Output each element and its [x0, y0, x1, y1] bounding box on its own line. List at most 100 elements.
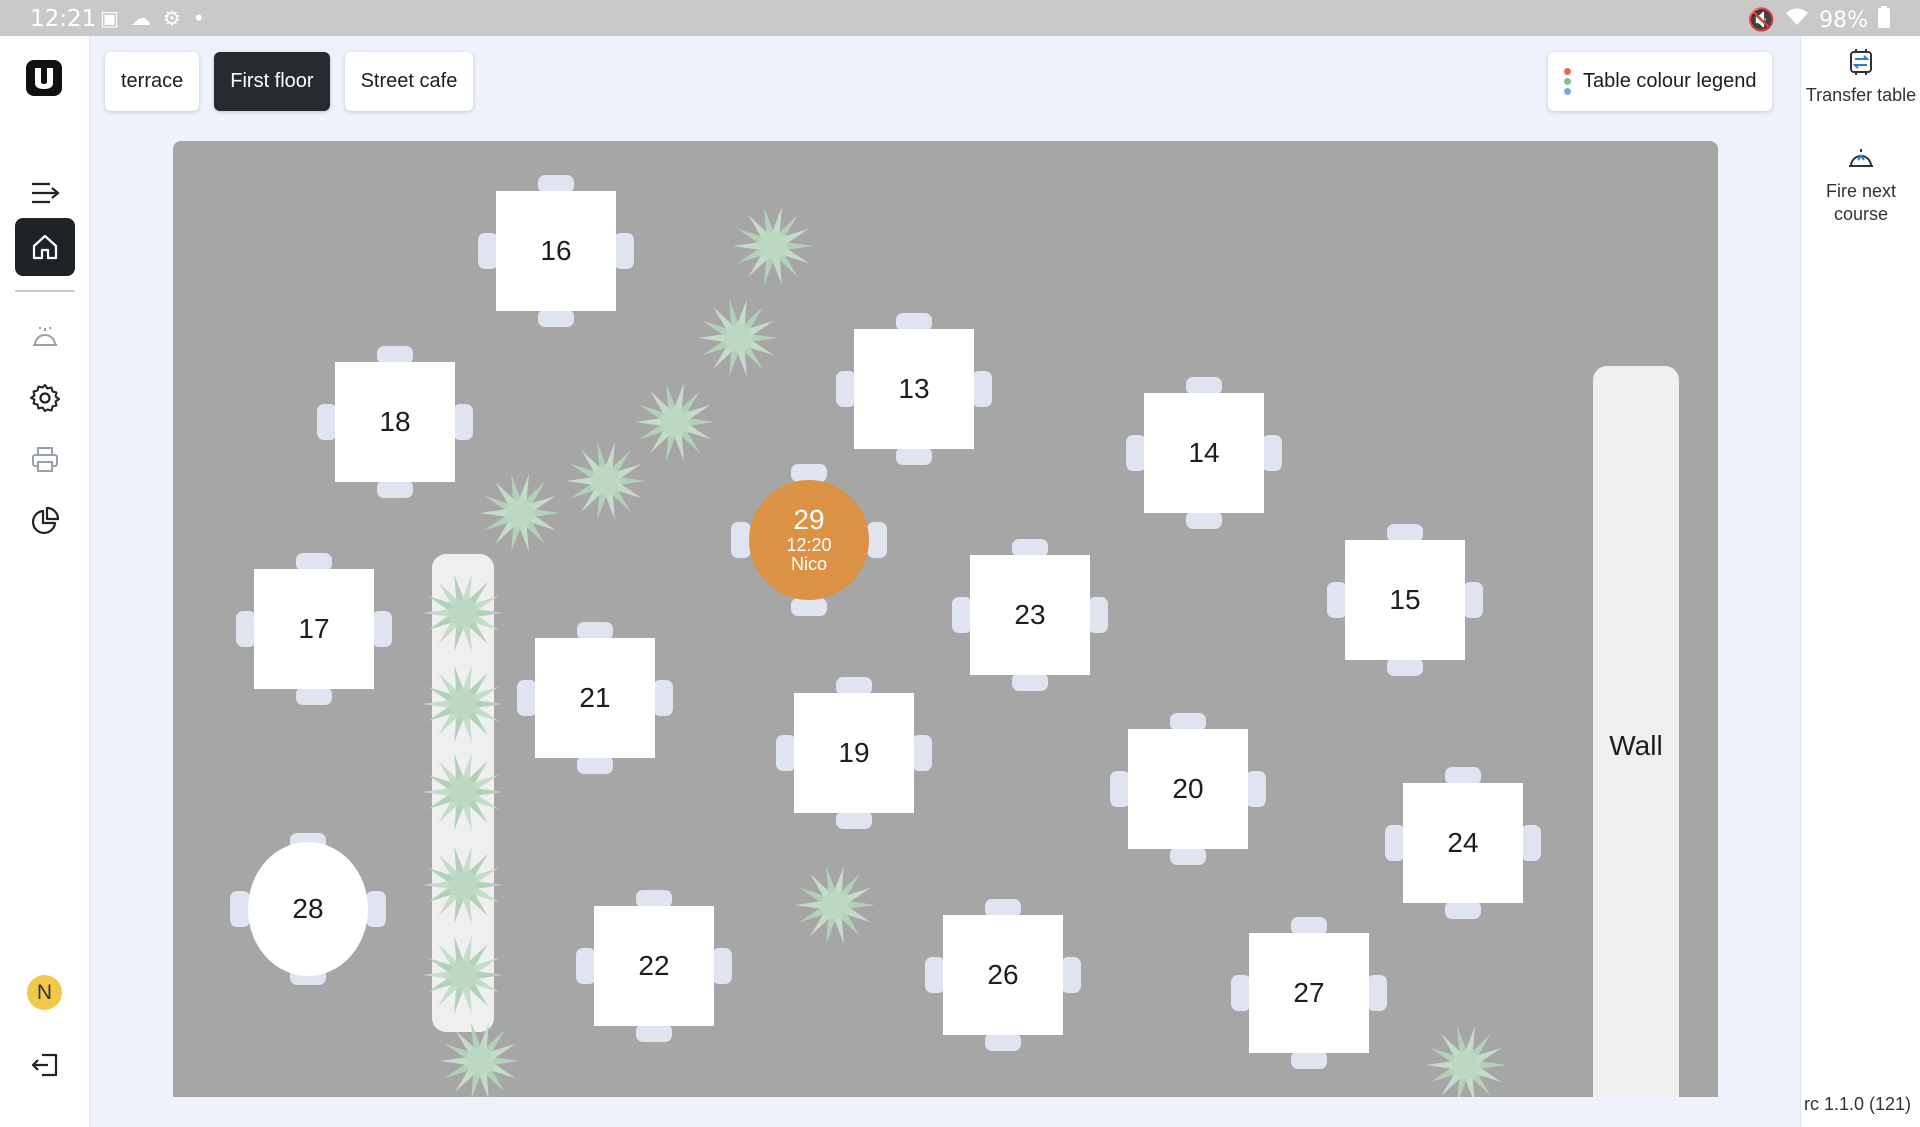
plant-icon [480, 474, 560, 552]
plant-icon [733, 207, 813, 285]
table-13[interactable]: 13 [854, 329, 974, 449]
home-icon [32, 234, 58, 260]
chair [972, 371, 992, 407]
sidebar: N [0, 36, 90, 1127]
plant-icon [440, 1022, 520, 1097]
table-14[interactable]: 14 [1144, 393, 1264, 513]
table-27[interactable]: 27 [1249, 933, 1369, 1053]
chair [952, 597, 972, 633]
table-26[interactable]: 26 [943, 915, 1063, 1035]
table-17[interactable]: 17 [254, 569, 374, 689]
chair [776, 735, 796, 771]
legend-button-label: Table colour legend [1583, 70, 1757, 92]
legend-dots-icon [1564, 68, 1571, 95]
fire-next-course-button[interactable]: Fire next course [1801, 142, 1920, 226]
chair [1126, 435, 1146, 471]
transfer-table-button[interactable]: Transfer table [1801, 46, 1920, 107]
chair [614, 233, 634, 269]
table-number: 29 [793, 503, 825, 535]
chair [1367, 975, 1387, 1011]
chair [1061, 957, 1081, 993]
table-number: 15 [1389, 584, 1421, 615]
table-23[interactable]: 23 [970, 555, 1090, 675]
user-avatar[interactable]: N [27, 975, 62, 1010]
home-button[interactable] [15, 218, 75, 276]
battery-icon [1878, 6, 1890, 34]
notification-icons: ▣ ☁ ⚙ • [100, 6, 205, 30]
table-22[interactable]: 22 [594, 906, 714, 1026]
chair [1463, 582, 1483, 618]
table-colour-legend-button[interactable]: Table colour legend [1548, 52, 1773, 111]
chair [377, 480, 413, 498]
chair [731, 522, 751, 558]
fire-course-icon [1849, 149, 1873, 167]
chair [1012, 673, 1048, 691]
chair [478, 233, 498, 269]
table-15[interactable]: 15 [1345, 540, 1465, 660]
table-24[interactable]: 24 [1403, 783, 1523, 903]
menu-expand-icon [32, 182, 60, 204]
chair [517, 680, 537, 716]
chair [712, 948, 732, 984]
chair [1246, 771, 1266, 807]
cloud-icon: ☁ [130, 6, 151, 30]
chair [1262, 435, 1282, 471]
expand-menu-button[interactable] [15, 164, 75, 222]
wall: Wall [1593, 366, 1679, 1097]
tab-first-floor[interactable]: First floor [214, 52, 330, 111]
table-number: 24 [1447, 827, 1479, 858]
cloche-icon [33, 327, 57, 346]
chair [453, 404, 473, 440]
chair [230, 891, 250, 927]
table-number: 23 [1014, 599, 1046, 630]
chair [1327, 582, 1347, 618]
version-label: rc 1.1.0 (121) [1804, 1094, 1912, 1114]
chair [1521, 825, 1541, 861]
table-18[interactable]: 18 [335, 362, 455, 482]
table-19[interactable]: 19 [794, 693, 914, 813]
chair [1385, 825, 1405, 861]
table-time: 12:20 [786, 534, 832, 555]
transfer-table-label: Transfer table [1805, 85, 1917, 105]
chair [836, 811, 872, 829]
table-20[interactable]: 20 [1128, 729, 1248, 849]
chair [896, 447, 932, 465]
table-21[interactable]: 21 [535, 638, 655, 758]
logout-button[interactable] [15, 1036, 75, 1094]
table-28[interactable]: 28 [248, 842, 368, 976]
kitchen-button[interactable] [15, 308, 75, 366]
pie-chart-icon [31, 506, 60, 535]
image-icon: ▣ [100, 6, 119, 30]
chair [836, 371, 856, 407]
reports-button[interactable] [15, 492, 75, 550]
printer-button[interactable] [15, 431, 75, 489]
table-number: 14 [1188, 437, 1220, 468]
table-number: 18 [379, 406, 411, 437]
chair [985, 1033, 1021, 1051]
chair [636, 1024, 672, 1042]
table-number: 26 [987, 959, 1019, 990]
app-logo [26, 60, 62, 96]
gear-icon: ⚙ [162, 6, 181, 30]
table-waiter: Nico [790, 554, 827, 575]
floor-tabs: terrace First floor Street cafe [105, 52, 474, 111]
wall-label: Wall [1609, 730, 1663, 761]
chair [372, 611, 392, 647]
plant-icon [423, 753, 503, 831]
chair [1110, 771, 1130, 807]
chair [1231, 975, 1251, 1011]
settings-button[interactable] [15, 369, 75, 427]
chair [577, 756, 613, 774]
logout-icon [31, 1053, 58, 1077]
plant-icon [795, 866, 875, 944]
table-29[interactable]: 29 12:20 Nico [749, 480, 869, 600]
tab-street-cafe[interactable]: Street cafe [344, 52, 474, 111]
table-number: 27 [1293, 977, 1325, 1008]
table-16[interactable]: 16 [496, 191, 616, 311]
floor-plan: Wall 16 18 13 14 29 12:20 Nico 17 23 15 21 19 20 24 28… [173, 141, 1718, 1097]
tab-terrace[interactable]: terrace [105, 52, 200, 111]
chair [1445, 901, 1481, 919]
table-number: 21 [579, 682, 611, 713]
chair [925, 957, 945, 993]
chair [867, 522, 887, 558]
